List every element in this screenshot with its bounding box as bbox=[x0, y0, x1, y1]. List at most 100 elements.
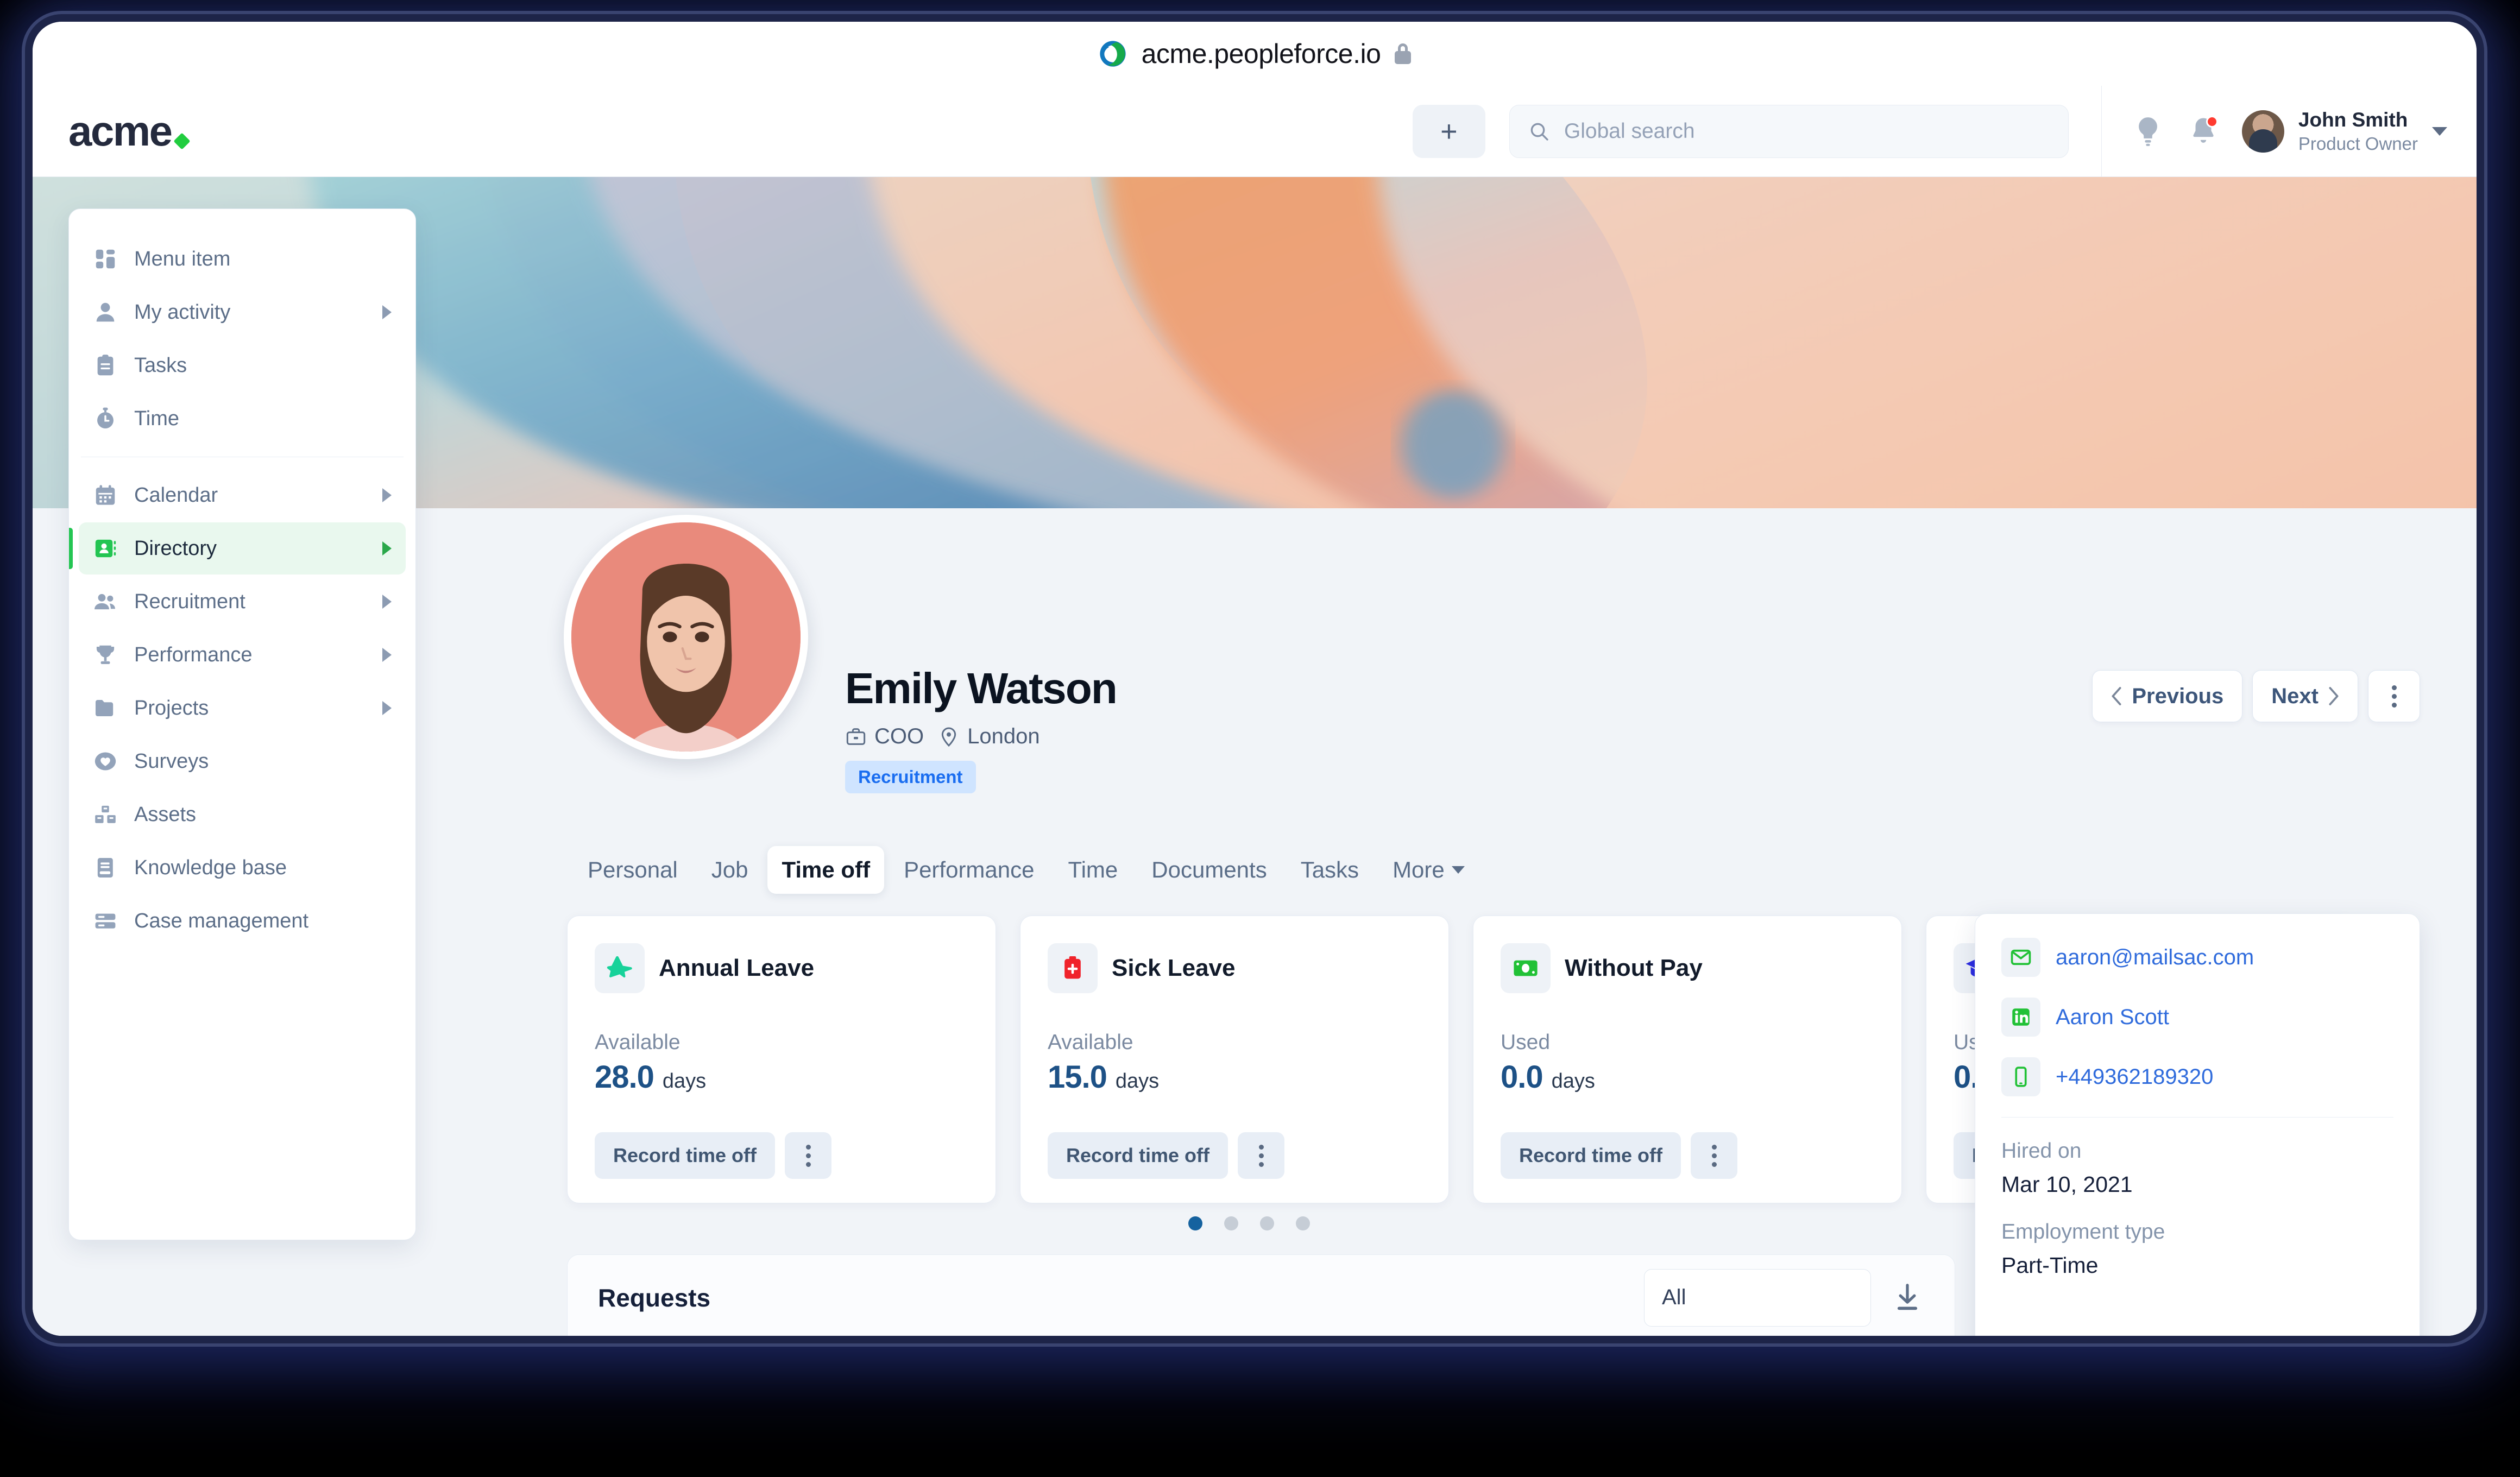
employee-meta: COO London bbox=[845, 724, 1117, 749]
url-text[interactable]: acme.peopleforce.io bbox=[1142, 38, 1381, 70]
sidebar-item-case-management[interactable]: Case management bbox=[79, 895, 406, 947]
app-viewport: acme + Global search John Smith Product … bbox=[33, 86, 2477, 1336]
card-title: Annual Leave bbox=[659, 955, 815, 981]
nav-group-primary: Menu item My activity Tasks Time bbox=[69, 224, 415, 453]
employee-header: Emily Watson COO London Recruitment bbox=[845, 664, 1118, 793]
contact-card-icon bbox=[95, 539, 116, 558]
sidebar-item-label: Menu item bbox=[134, 247, 231, 270]
metric-label: Available bbox=[595, 1030, 681, 1054]
banknote-icon bbox=[1501, 943, 1551, 993]
requests-filter-select[interactable]: All bbox=[1644, 1268, 1871, 1327]
card-more-button[interactable] bbox=[1238, 1132, 1285, 1179]
sidebar-item-menu-item[interactable]: Menu item bbox=[79, 233, 406, 285]
sidebar-item-recruitment[interactable]: Recruitment bbox=[79, 576, 406, 628]
card-title: Sick Leave bbox=[1112, 955, 1236, 981]
phone-icon bbox=[2001, 1057, 2040, 1096]
more-options-button[interactable] bbox=[2368, 670, 2420, 722]
download-icon[interactable] bbox=[1891, 1281, 1924, 1315]
previous-label: Previous bbox=[2132, 684, 2224, 708]
envelope-icon bbox=[2001, 938, 2040, 977]
people-icon bbox=[94, 594, 116, 610]
sidebar-item-assets[interactable]: Assets bbox=[79, 788, 406, 841]
kebab-menu-icon bbox=[2391, 685, 2397, 708]
sidebar-item-label: Case management bbox=[134, 909, 309, 932]
card-metric: Used 0.0 days bbox=[1501, 1031, 1874, 1095]
tab-tasks[interactable]: Tasks bbox=[1287, 846, 1373, 894]
card-title: Without Pay bbox=[1565, 955, 1703, 981]
previous-button[interactable]: Previous bbox=[2092, 670, 2243, 722]
boxes-icon bbox=[95, 805, 116, 823]
chevron-right-icon bbox=[382, 648, 392, 662]
trophy-icon bbox=[96, 645, 115, 664]
sidebar-item-tasks[interactable]: Tasks bbox=[79, 339, 406, 392]
tab-documents[interactable]: Documents bbox=[1137, 846, 1281, 894]
kebab-menu-icon bbox=[1711, 1144, 1717, 1167]
chevron-right-icon bbox=[382, 488, 392, 502]
linkedin-link[interactable]: Aaron Scott bbox=[2056, 1005, 2169, 1030]
search-input[interactable] bbox=[1564, 119, 2050, 143]
tab-time-off[interactable]: Time off bbox=[767, 846, 885, 894]
record-time-off-button[interactable]: Record time off bbox=[1501, 1132, 1681, 1179]
sidebar-item-my-activity[interactable]: My activity bbox=[79, 286, 406, 338]
add-button[interactable]: + bbox=[1412, 104, 1485, 158]
carousel-dot[interactable] bbox=[1260, 1216, 1274, 1230]
sidebar-item-time[interactable]: Time bbox=[79, 393, 406, 445]
tab-time[interactable]: Time bbox=[1054, 846, 1132, 894]
sidebar-item-label: Performance bbox=[134, 643, 253, 666]
sidebar-item-performance[interactable]: Performance bbox=[79, 629, 406, 681]
person-icon bbox=[96, 302, 115, 322]
carousel-dot[interactable] bbox=[1296, 1216, 1310, 1230]
phone-link[interactable]: +449362189320 bbox=[2056, 1065, 2213, 1089]
sidebar-item-directory[interactable]: Directory bbox=[69, 522, 406, 575]
browser-window: acme.peopleforce.io acme + Global search… bbox=[33, 22, 2477, 1336]
peopleforce-logo-icon bbox=[1099, 41, 1126, 67]
chevron-right-icon bbox=[382, 305, 392, 319]
acme-logo[interactable]: acme bbox=[68, 110, 191, 153]
sidebar-item-label: Directory bbox=[134, 536, 217, 560]
email-link[interactable]: aaron@mailsac.com bbox=[2056, 945, 2254, 970]
chevron-right-icon bbox=[2329, 687, 2339, 705]
dashboard-icon bbox=[96, 249, 115, 269]
carousel-dot[interactable] bbox=[1224, 1216, 1238, 1230]
sidebar-item-label: Recruitment bbox=[134, 590, 245, 613]
tab-more[interactable]: More bbox=[1378, 846, 1479, 894]
sidebar-item-calendar[interactable]: Calendar bbox=[79, 469, 406, 521]
sidebar-item-label: Knowledge base bbox=[134, 856, 287, 879]
lightbulb-icon[interactable] bbox=[2131, 115, 2165, 148]
metric-value: 15.0 bbox=[1048, 1059, 1107, 1095]
user-menu[interactable]: John Smith Product Owner bbox=[2241, 107, 2447, 156]
header-center: + bbox=[188, 104, 2101, 158]
header-right: John Smith Product Owner bbox=[2101, 86, 2477, 176]
chevron-down-icon bbox=[1451, 866, 1465, 874]
first-aid-kit-icon bbox=[1048, 943, 1098, 993]
record-time-off-button[interactable]: Record time off bbox=[595, 1132, 776, 1179]
metric-unit: days bbox=[1551, 1069, 1595, 1093]
sidebar-item-surveys[interactable]: Surveys bbox=[79, 735, 406, 787]
metric-unit: days bbox=[662, 1069, 707, 1093]
contact-phone: +449362189320 bbox=[2001, 1057, 2393, 1096]
status-badge[interactable]: Recruitment bbox=[845, 761, 976, 793]
carousel-pagination bbox=[1188, 1216, 1310, 1230]
next-button[interactable]: Next bbox=[2252, 670, 2358, 722]
linkedin-icon bbox=[2001, 998, 2040, 1037]
airplane-icon bbox=[595, 943, 645, 993]
carousel-dot[interactable] bbox=[1188, 1216, 1202, 1230]
tab-performance[interactable]: Performance bbox=[890, 846, 1048, 894]
card-more-button[interactable] bbox=[785, 1132, 832, 1179]
filter-value: All bbox=[1662, 1285, 1686, 1309]
record-time-off-button[interactable]: Record time off bbox=[1048, 1132, 1228, 1179]
sidebar-item-projects[interactable]: Projects bbox=[79, 682, 406, 734]
tab-personal[interactable]: Personal bbox=[574, 846, 692, 894]
metric-value: 0.0 bbox=[1501, 1059, 1544, 1095]
metric-label: Used bbox=[1501, 1030, 1551, 1054]
tab-job[interactable]: Job bbox=[697, 846, 763, 894]
book-icon bbox=[97, 857, 113, 878]
notifications-button[interactable] bbox=[2187, 115, 2220, 148]
card-more-button[interactable] bbox=[1691, 1132, 1738, 1179]
cases-icon bbox=[95, 913, 116, 929]
field-label: Hired on bbox=[2001, 1139, 2082, 1163]
metric-value: 28.0 bbox=[595, 1059, 654, 1095]
global-search-field[interactable] bbox=[1509, 104, 2069, 158]
sidebar-item-knowledge-base[interactable]: Knowledge base bbox=[79, 842, 406, 894]
field-label: Employment type bbox=[2001, 1220, 2165, 1244]
